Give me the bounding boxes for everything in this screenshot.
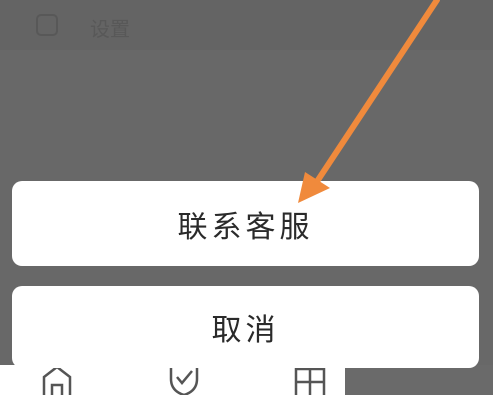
contact-support-button[interactable]: 联系客服 <box>12 181 479 266</box>
cancel-button[interactable]: 取消 <box>12 286 479 368</box>
screen: 设置 联系客服 取消 <box>0 0 493 395</box>
action-sheet: 联系客服 取消 <box>0 0 493 395</box>
